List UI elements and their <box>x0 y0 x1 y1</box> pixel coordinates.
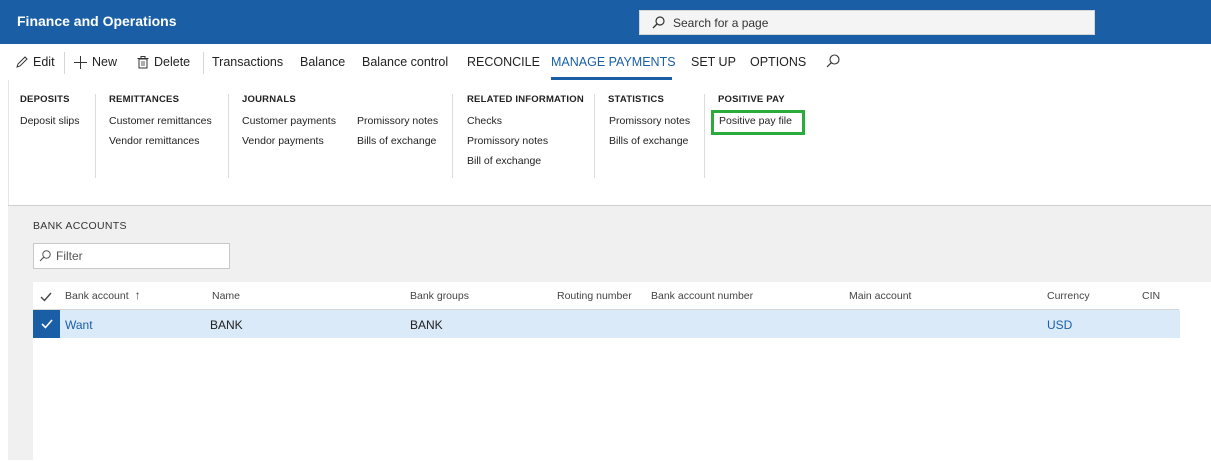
related-bill-of-exchange-link[interactable]: Bill of exchange <box>467 155 541 167</box>
column-header-cin[interactable]: CIN <box>1142 290 1160 302</box>
separator <box>64 52 65 74</box>
statistics-bills-of-exchange-link[interactable]: Bills of exchange <box>609 135 688 147</box>
currency-cell[interactable]: USD <box>1047 318 1072 332</box>
customer-payments-link[interactable]: Customer payments <box>242 115 336 127</box>
action-pane: Edit New Delete Transactions Balance Bal… <box>8 44 1211 80</box>
top-bar: Finance and Operations Search for a page <box>0 0 1211 44</box>
group-header-remittances: REMITTANCES <box>109 94 180 105</box>
pencil-icon <box>16 56 28 68</box>
transactions-button[interactable]: Transactions <box>212 55 283 69</box>
search-icon <box>652 16 665 29</box>
filter-input[interactable]: Filter <box>33 243 230 269</box>
vendor-remittances-link[interactable]: Vendor remittances <box>109 135 199 147</box>
plus-icon <box>74 55 87 69</box>
bank-account-cell[interactable]: Want <box>65 318 93 332</box>
sort-ascending-icon: ↑ <box>134 288 141 302</box>
table-row[interactable]: Want BANK BANK USD <box>33 310 1180 338</box>
bank-groups-cell: BANK <box>410 318 443 332</box>
column-header-main-account[interactable]: Main account <box>849 290 911 302</box>
column-header-name[interactable]: Name <box>212 290 240 302</box>
filter-placeholder: Filter <box>56 249 83 263</box>
trash-icon <box>137 55 149 68</box>
group-separator <box>228 94 229 178</box>
edit-button[interactable]: Edit <box>16 55 55 69</box>
balance-control-button[interactable]: Balance control <box>362 55 448 69</box>
customer-remittances-link[interactable]: Customer remittances <box>109 115 212 127</box>
delete-button[interactable]: Delete <box>137 55 190 69</box>
search-icon <box>826 54 840 68</box>
column-label-bank-account: Bank account <box>65 290 129 302</box>
new-button[interactable]: New <box>74 55 117 69</box>
new-label: New <box>92 55 118 69</box>
ribbon-manage-payments: DEPOSITS Deposit slips REMITTANCES Custo… <box>8 80 1211 205</box>
select-all-checkmark-icon[interactable] <box>40 292 52 302</box>
group-header-positive-pay: POSITIVE PAY <box>718 94 785 105</box>
tab-manage-payments[interactable]: MANAGE PAYMENTS <box>551 55 676 69</box>
journal-bills-of-exchange-link[interactable]: Bills of exchange <box>357 135 436 147</box>
column-header-routing-number[interactable]: Routing number <box>557 290 632 302</box>
group-header-journals: JOURNALS <box>242 94 296 105</box>
action-search-button[interactable] <box>826 54 845 68</box>
related-promissory-notes-link[interactable]: Promissory notes <box>467 135 548 147</box>
balance-button[interactable]: Balance <box>300 55 345 69</box>
section-title: BANK ACCOUNTS <box>33 220 127 232</box>
group-header-deposits: DEPOSITS <box>20 94 70 105</box>
search-icon <box>39 250 51 262</box>
delete-label: Delete <box>154 55 191 69</box>
edit-label: Edit <box>33 55 55 69</box>
vendor-payments-link[interactable]: Vendor payments <box>242 135 324 147</box>
column-header-bank-account[interactable]: Bank account ↑ <box>65 288 141 302</box>
tab-reconcile[interactable]: RECONCILE <box>467 55 540 69</box>
group-separator <box>452 94 453 178</box>
column-header-bank-account-number[interactable]: Bank account number <box>651 290 753 302</box>
name-cell: BANK <box>210 318 243 332</box>
positive-pay-file-highlight <box>711 110 805 135</box>
row-select-checkbox[interactable] <box>33 310 60 338</box>
group-separator <box>704 94 705 178</box>
search-placeholder: Search for a page <box>673 15 769 30</box>
group-separator <box>95 94 96 178</box>
bank-accounts-panel: BANK ACCOUNTS Filter Bank account ↑ Name… <box>8 205 1211 461</box>
column-header-currency[interactable]: Currency <box>1047 290 1090 302</box>
checkmark-icon <box>40 319 53 329</box>
tab-options[interactable]: OPTIONS <box>750 55 806 69</box>
bank-accounts-grid: Bank account ↑ Name Bank groups Routing … <box>33 282 1211 461</box>
group-header-related-information: RELATED INFORMATION <box>467 94 584 105</box>
checks-link[interactable]: Checks <box>467 115 502 127</box>
statistics-promissory-notes-link[interactable]: Promissory notes <box>609 115 690 127</box>
group-header-statistics: STATISTICS <box>608 94 665 105</box>
tab-set-up[interactable]: SET UP <box>691 55 736 69</box>
app-title[interactable]: Finance and Operations <box>17 13 176 29</box>
journal-promissory-notes-link[interactable]: Promissory notes <box>357 115 438 127</box>
search-box[interactable]: Search for a page <box>639 10 1095 35</box>
group-separator <box>594 94 595 178</box>
separator <box>203 52 204 74</box>
deposit-slips-link[interactable]: Deposit slips <box>20 115 80 127</box>
column-header-bank-groups[interactable]: Bank groups <box>410 290 469 302</box>
